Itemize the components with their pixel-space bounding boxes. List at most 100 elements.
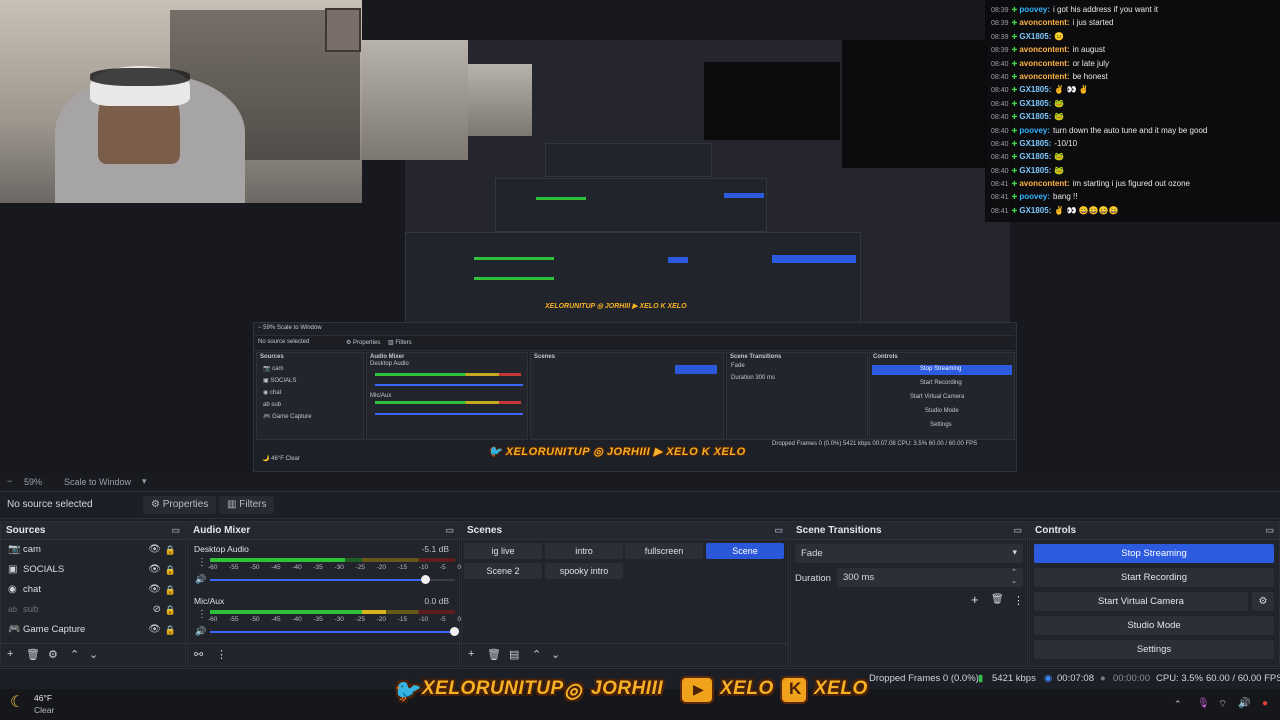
trash-icon[interactable]: 🗑 xyxy=(487,648,501,661)
arrow-up-icon[interactable]: ⌃ xyxy=(532,648,541,661)
more-icon[interactable]: ⋮ xyxy=(216,648,227,661)
scale-tick: -25 xyxy=(355,616,365,623)
twitter-handle: XELORUNITUP xyxy=(422,678,564,699)
zoom-out-icon[interactable]: − xyxy=(7,476,12,486)
dock-float-icon[interactable]: ▭ xyxy=(1265,522,1274,539)
settings-button[interactable]: Settings xyxy=(1034,640,1274,659)
scene-item[interactable]: Scene xyxy=(706,543,784,559)
stepper-down-icon[interactable]: ⌄ xyxy=(1011,577,1017,585)
dock-float-icon[interactable]: ▭ xyxy=(774,522,783,539)
arrow-down-icon[interactable]: ⌄ xyxy=(89,648,98,661)
lock-icon[interactable]: 🔒 xyxy=(165,580,176,600)
visibility-icon[interactable]: 👁 xyxy=(148,620,161,640)
more-icon[interactable]: ⋮ xyxy=(197,557,207,568)
transition-type: Fade xyxy=(801,548,823,559)
speaker-icon[interactable]: 🔊 xyxy=(195,626,206,637)
gear-icon[interactable]: ⚙ xyxy=(48,648,58,661)
add-icon[interactable]: + xyxy=(7,648,13,660)
studio-mode-button[interactable]: Studio Mode xyxy=(1034,616,1274,635)
source-item[interactable]: ▣ SOCIALS 👁 🔒 xyxy=(1,560,185,580)
notification-icon[interactable]: ● xyxy=(1262,698,1268,709)
visibility-icon[interactable]: ⊘ xyxy=(153,600,161,620)
start-virtual-camera-button[interactable]: Start Virtual Camera xyxy=(1034,592,1248,611)
chat-username: GX1805: xyxy=(1019,85,1052,95)
filter-icon[interactable]: ▤ xyxy=(509,648,519,661)
lock-icon[interactable]: 🔒 xyxy=(165,540,176,560)
zoom-mode[interactable]: Scale to Window xyxy=(64,477,131,487)
arrow-up-icon[interactable]: ⌃ xyxy=(70,648,79,661)
chat-text: be honest xyxy=(1072,71,1108,81)
source-item[interactable]: ab sub ⊘ 🔒 xyxy=(1,600,185,620)
instagram-handle: JORHIII xyxy=(591,678,664,699)
trash-icon[interactable]: 🗑 xyxy=(26,648,40,661)
dock-float-icon[interactable]: ▭ xyxy=(445,522,454,539)
volume-slider[interactable] xyxy=(210,579,426,581)
source-item[interactable]: 🎮 Game Capture 👁 🔒 xyxy=(1,620,185,640)
stop-streaming-button[interactable]: Stop Streaming xyxy=(1034,544,1274,563)
add-icon[interactable]: + xyxy=(468,648,474,660)
nested-chat-2 xyxy=(704,62,840,140)
scene-item[interactable]: fullscreen xyxy=(625,543,703,559)
source-item[interactable]: 📷 cam 👁 🔒 xyxy=(1,540,185,560)
mic-icon[interactable]: 🎙 xyxy=(1197,698,1210,709)
more-icon[interactable]: ⋮ xyxy=(197,609,207,620)
nested-socials-banner-2: XELORUNITUP ◎ JORHIII ▶ XELO K XELO xyxy=(545,303,687,310)
chevron-down-icon[interactable]: ▾ xyxy=(142,476,147,487)
fps: 60.00 / 60.00 FPS xyxy=(1206,673,1280,684)
stream-preview[interactable]: − 59% Scale to Window No source selected… xyxy=(0,0,1280,474)
lock-icon[interactable]: 🔒 xyxy=(165,620,176,640)
chat-message: 08:40 ✚ GX1805: 🐸 xyxy=(991,164,1274,177)
chevron-up-icon[interactable]: ⌃ xyxy=(1174,699,1182,710)
add-icon[interactable]: + xyxy=(971,592,979,607)
chat-time: 08:41 xyxy=(991,207,1009,215)
virtual-camera-settings-icon[interactable]: ⚙ xyxy=(1252,592,1274,611)
visibility-icon[interactable]: 👁 xyxy=(148,580,161,600)
source-item[interactable]: ◉ chat 👁 🔒 xyxy=(1,580,185,600)
kick-handle: XELO xyxy=(814,678,868,699)
trash-icon[interactable]: 🗑 xyxy=(991,594,1004,605)
lock-icon[interactable]: 🔒 xyxy=(165,560,176,580)
scene-item[interactable]: intro xyxy=(545,543,623,559)
chat-time: 08:40 xyxy=(991,167,1009,175)
scale-tick: -25 xyxy=(355,564,365,571)
start-recording-button[interactable]: Start Recording xyxy=(1034,568,1274,587)
controls-dock: Controls ▭ Stop Streaming Start Recordin… xyxy=(1029,521,1280,667)
wifi-icon[interactable]: ⌔ xyxy=(1218,698,1227,711)
scene-item[interactable]: spooky intro xyxy=(545,563,623,579)
arrow-down-icon[interactable]: ⌄ xyxy=(551,648,560,661)
dock-float-icon[interactable]: ▭ xyxy=(1013,522,1022,539)
scene-item[interactable]: ig live xyxy=(464,543,542,559)
filters-label: Filters xyxy=(239,499,267,510)
volume-knob[interactable] xyxy=(421,575,430,584)
chat-message: 08:39 ✚ avoncontent: i jus started xyxy=(991,16,1274,29)
filters-button[interactable]: ▥ Filters xyxy=(219,496,275,514)
scene-item[interactable]: Scene 2 xyxy=(464,563,542,579)
channel-name: Desktop Audio xyxy=(194,544,249,554)
nested-chat xyxy=(842,40,987,168)
stepper-up-icon[interactable]: ⌃ xyxy=(1011,568,1017,576)
transition-select[interactable]: Fade ▾ xyxy=(795,544,1023,563)
chat-time: 08:40 xyxy=(991,60,1009,68)
properties-button[interactable]: ⚙ Properties xyxy=(143,496,217,514)
volume-knob[interactable] xyxy=(450,627,459,636)
scale-tick: -55 xyxy=(229,616,239,623)
scale-tick: -30 xyxy=(334,564,344,571)
weather-temp[interactable]: 46°F xyxy=(34,693,52,703)
visibility-icon[interactable]: 👁 xyxy=(148,560,161,580)
link-icon[interactable]: ⚯ xyxy=(194,648,203,661)
filter-icon: ▥ xyxy=(227,499,237,510)
dock-float-icon[interactable]: ▭ xyxy=(171,522,180,539)
more-icon[interactable]: ⋮ xyxy=(1013,594,1024,607)
weather-cond[interactable]: Clear xyxy=(34,705,54,715)
duration-input[interactable]: 300 ms ⌃ ⌄ xyxy=(837,568,1023,587)
zoom-level[interactable]: 59% xyxy=(24,477,42,487)
visibility-icon[interactable]: 👁 xyxy=(148,540,161,560)
sources-footer: + 🗑 ⚙ ⌃ ⌄ xyxy=(1,643,185,666)
scale-tick: -55 xyxy=(229,564,239,571)
lock-icon[interactable]: 🔒 xyxy=(165,600,176,620)
volume-slider[interactable] xyxy=(210,631,455,633)
volume-icon[interactable]: 🔊 xyxy=(1238,698,1250,709)
speaker-icon[interactable]: 🔊 xyxy=(195,574,206,585)
scale-tick: -5 xyxy=(439,616,446,623)
chat-username: avoncontent: xyxy=(1019,179,1070,189)
